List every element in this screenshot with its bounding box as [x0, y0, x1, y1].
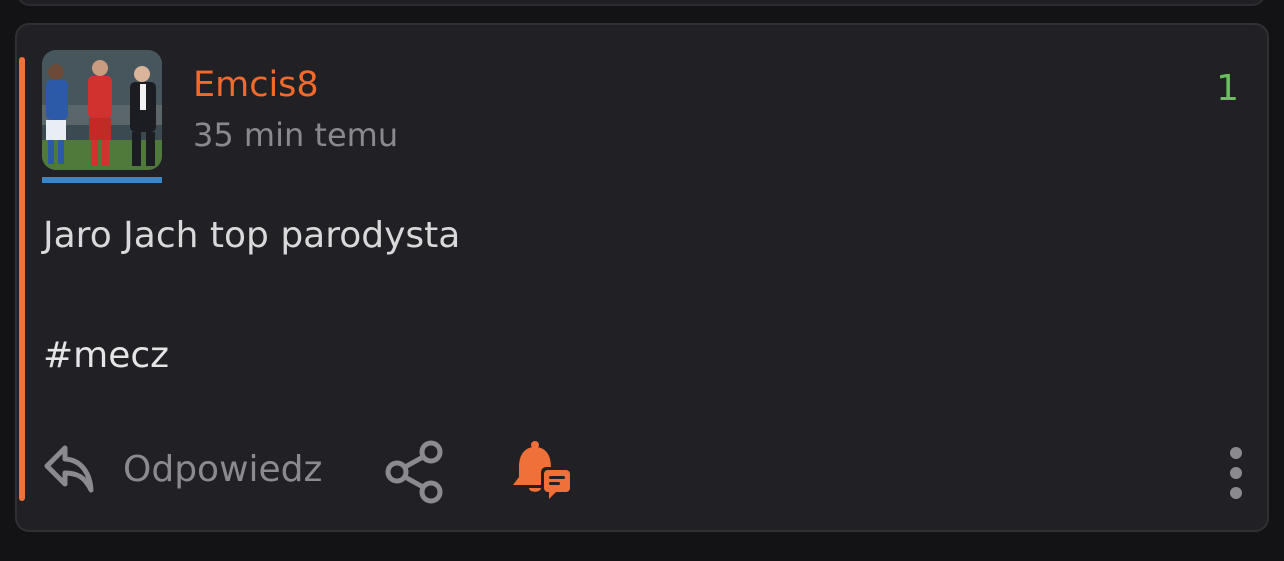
share-button[interactable] [381, 439, 447, 505]
post-tag[interactable]: #mecz [43, 333, 169, 379]
post-author[interactable]: Emcis8 [193, 63, 319, 107]
post-timestamp[interactable]: 35 min temu [193, 115, 398, 155]
notify-button[interactable] [507, 437, 577, 507]
reply-arrow-icon [44, 445, 94, 493]
avatar[interactable] [42, 50, 162, 170]
more-options-button[interactable] [1221, 443, 1251, 503]
reply-button[interactable]: Odpowiedz [41, 439, 322, 499]
previous-post-card [16, 0, 1266, 6]
post-actions: Odpowiedz [17, 435, 1267, 505]
post-body: Jaro Jach top parodysta [43, 215, 461, 256]
post-card: Emcis8 35 min temu 1 Jaro Jach top parod… [15, 23, 1269, 532]
reply-label: Odpowiedz [123, 448, 323, 490]
more-vertical-icon [1230, 447, 1242, 499]
vote-count[interactable]: 1 [1216, 67, 1239, 111]
share-icon [385, 440, 443, 504]
bell-comment-icon [513, 441, 571, 499]
avatar-status-bar [42, 177, 162, 183]
